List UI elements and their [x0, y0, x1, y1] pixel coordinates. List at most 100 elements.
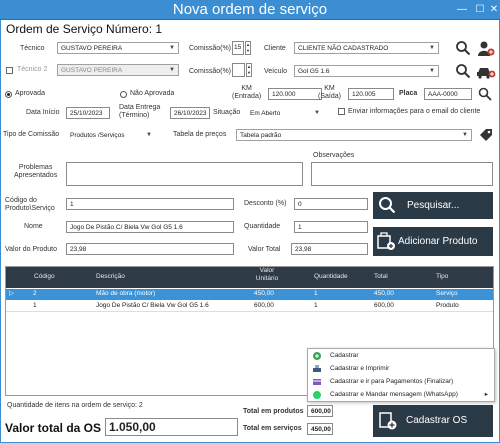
problemas-label: Problemas Apresentados — [14, 164, 57, 180]
pesquisar-button[interactable]: Pesquisar... — [373, 192, 493, 219]
printer-icon — [313, 365, 321, 372]
enviar-email-checkbox[interactable] — [338, 108, 345, 115]
tecnico-select[interactable]: GUSTAVO PEREIRA ▼ — [57, 42, 179, 54]
chevron-down-icon: ▼ — [314, 110, 320, 116]
data-entrega-input[interactable]: 26/10/2023 — [170, 107, 210, 119]
search-icon[interactable] — [455, 63, 471, 79]
column-header-codigo[interactable]: Código — [34, 272, 55, 282]
situacao-select[interactable]: Em Aberto ▼ — [246, 107, 324, 119]
column-header-tipo[interactable]: Tipo — [436, 272, 448, 282]
menu-item-label: Cadastrar e Mandar mensagem (WhatsApp) — [330, 391, 458, 398]
cliente-value: CLIENTE NÃO CADASTRADO — [298, 45, 389, 52]
cell-valor: 600,00 — [254, 302, 274, 309]
menu-item-label: Cadastrar e ir para Pagamentos (Finaliza… — [330, 378, 454, 385]
cliente-label: Cliente — [264, 45, 286, 52]
codigo-input[interactable]: 1 — [66, 198, 234, 210]
comissao1-stepper[interactable]: ▲ ▼ — [245, 41, 251, 55]
cadastrar-menu: Cadastrar Cadastrar e Imprimir Cadastrar… — [307, 348, 495, 402]
table-row[interactable]: ▷ 2 Mão de obra (motor) 450,00 1 450,00 … — [6, 289, 493, 300]
column-header-quantidade[interactable]: Quantidade — [314, 272, 348, 282]
codigo-label-1: Código do — [5, 197, 37, 204]
problemas-label-1: Problemas — [18, 164, 53, 171]
data-inicio-input[interactable]: 25/10/2023 — [66, 107, 110, 119]
cell-codigo: 2 — [33, 290, 37, 297]
search-icon — [379, 197, 396, 214]
comissao2-stepper[interactable]: ▲ ▼ — [246, 63, 252, 77]
add-circle-icon — [313, 352, 321, 360]
cadastrar-os-button[interactable]: Cadastrar OS — [373, 405, 493, 437]
km-saida-input[interactable]: 120.005 — [348, 88, 394, 100]
tecnico-value: GUSTAVO PEREIRA — [61, 45, 123, 52]
observacoes-label: Observações — [313, 152, 355, 159]
km-entrada-input[interactable]: 120.000 — [268, 88, 322, 100]
placa-input[interactable]: AAA-0000 — [424, 88, 472, 100]
add-car-icon[interactable] — [476, 63, 496, 80]
quantidade-input[interactable]: 1 — [294, 221, 368, 233]
tecnico2-select[interactable]: GUSTAVO PEREIRA ▼ — [57, 64, 179, 76]
menu-item-cadastrar-imprimir[interactable]: Cadastrar e Imprimir — [308, 363, 494, 375]
aprovada-label: Aprovada — [15, 90, 45, 97]
valor-total-item-input[interactable]: 23,98 — [291, 243, 368, 255]
adicionar-produto-button[interactable]: Adicionar Produto — [373, 227, 493, 256]
total-produtos-label: Total em produtos — [243, 408, 304, 415]
tecnico2-checkbox[interactable] — [6, 67, 13, 74]
tabela-precos-label: Tabela de preços — [173, 131, 227, 138]
nome-input[interactable]: Jogo De Pistão C/ Biela Vw Gol G5 1.6 — [66, 221, 234, 233]
menu-item-cadastrar[interactable]: Cadastrar — [308, 350, 494, 362]
search-icon[interactable] — [478, 87, 492, 101]
tabela-precos-select[interactable]: Tabela padrão ▼ — [236, 129, 472, 141]
payment-icon — [313, 379, 321, 385]
valor-produto-input[interactable]: 23,98 — [66, 243, 234, 255]
search-icon[interactable] — [455, 40, 471, 56]
data-inicio-label: Data Início — [26, 109, 60, 116]
chevron-down-icon: ▼ — [169, 45, 175, 51]
close-icon[interactable]: ✕ — [487, 3, 500, 16]
nao-aprovada-radio[interactable] — [120, 91, 127, 98]
data-entrega-label: Data Entrega (Término) — [119, 104, 160, 120]
column-header-descricao[interactable]: Descrição — [96, 272, 125, 282]
total-produtos-value: 600,00 — [307, 405, 333, 417]
pesquisar-label: Pesquisar... — [407, 200, 460, 211]
cliente-select[interactable]: CLIENTE NÃO CADASTRADO ▼ — [294, 42, 439, 54]
maximize-icon[interactable]: ☐ — [473, 3, 487, 16]
minimize-icon[interactable]: — — [455, 3, 469, 16]
cell-codigo: 1 — [33, 302, 37, 309]
menu-item-cadastrar-whatsapp[interactable]: Cadastrar e Mandar mensagem (WhatsApp) ▸ — [308, 389, 494, 401]
total-servicos-label: Total em serviços — [243, 425, 302, 432]
cell-valor: 450,00 — [254, 290, 274, 297]
menu-item-label: Cadastrar — [330, 352, 359, 359]
cell-tipo: Serviço — [436, 290, 458, 297]
data-entrega-label-1: Data Entrega — [119, 104, 161, 111]
column-header-total[interactable]: Total — [374, 272, 388, 282]
total-servicos-value: 450,00 — [307, 423, 333, 435]
add-user-icon[interactable] — [477, 40, 495, 57]
aprovada-radio[interactable] — [5, 91, 12, 98]
valor-total-item-label: Valor Total — [248, 246, 281, 253]
cell-quantidade: 1 — [314, 290, 318, 297]
window-title: Nova ordem de serviço — [0, 0, 500, 20]
cadastrar-os-label: Cadastrar OS — [406, 415, 468, 426]
cell-descricao: Jogo De Pistão C/ Biela Vw Gol G5 1.6 — [96, 302, 209, 309]
add-document-icon — [379, 412, 397, 430]
tecnico2-value: GUSTAVO PEREIRA — [61, 67, 123, 74]
veiculo-select[interactable]: Gol G5 1.6 ▼ — [294, 65, 439, 77]
cell-total: 600,00 — [374, 302, 394, 309]
column-header-valor[interactable]: Valor Unitário — [252, 267, 282, 283]
comissao2-spinner[interactable] — [232, 63, 245, 77]
problemas-textarea[interactable] — [66, 162, 303, 186]
table-header: Código Descrição Valor Unitário Quantida… — [6, 267, 493, 288]
valor-produto-label: Valor do Produto — [5, 246, 58, 253]
comissao1-spinner[interactable]: 15 — [232, 41, 244, 55]
enviar-email-label: Enviar informações para o email do clien… — [348, 108, 481, 115]
tipo-comissao-select[interactable]: Produtos /Serviços ▼ — [66, 129, 156, 141]
valor-total-label: Valor total da OS — [5, 421, 102, 435]
observacoes-textarea[interactable] — [311, 162, 493, 186]
table-row[interactable]: 1 Jogo De Pistão C/ Biela Vw Gol G5 1.6 … — [6, 301, 493, 312]
tipo-comissao-label: Tipo de Comissão — [3, 131, 60, 138]
menu-item-cadastrar-pagamentos[interactable]: Cadastrar e ir para Pagamentos (Finaliza… — [308, 376, 494, 388]
cell-descricao: Mão de obra (motor) — [96, 290, 156, 297]
price-tag-icon[interactable] — [478, 127, 494, 143]
placa-label: Placa — [399, 90, 418, 97]
desconto-input[interactable]: 0 — [294, 198, 368, 210]
cell-tipo: Produto — [436, 302, 459, 309]
